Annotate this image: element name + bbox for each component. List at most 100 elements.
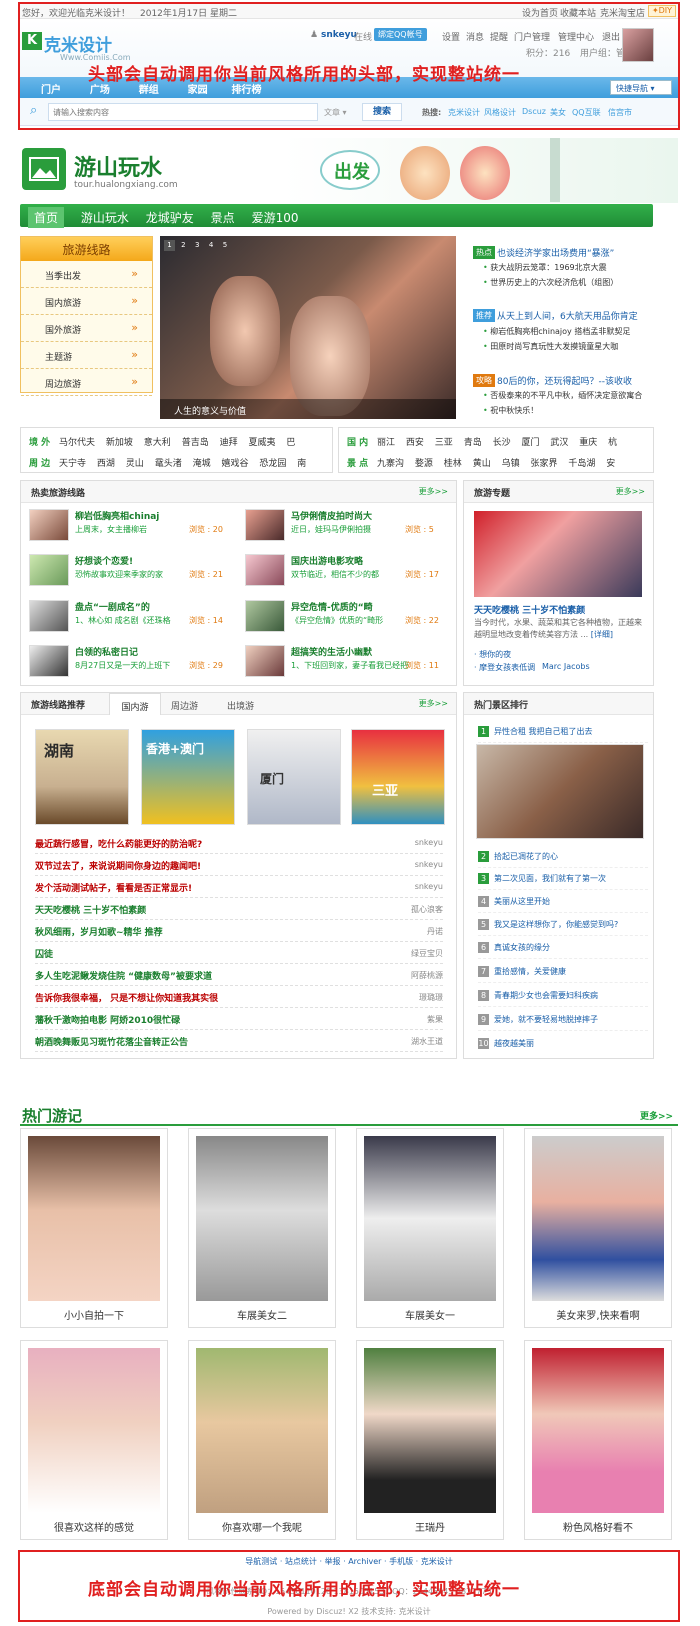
news-line[interactable]: 否极泰来的不平凡中秋，缅怀决定意欲寓合 (483, 390, 642, 401)
dest-item[interactable]: 青岛 (464, 435, 482, 448)
dest-item[interactable]: 恐龙园 (259, 456, 286, 469)
recommend-row[interactable]: 发个活动测试帖子，看看是否正常显示! snkeyu (35, 876, 443, 898)
route-thumb[interactable] (245, 645, 285, 677)
news-line[interactable]: 世界历史上的六次经济危机（组图） (483, 277, 618, 288)
dest-item[interactable]: 千岛湖 (568, 456, 595, 469)
route-thumb[interactable] (245, 600, 285, 632)
recommend-row[interactable]: 告诉你我很幸福， 只是不想让你知道我其实很 璟璐璟 (35, 986, 443, 1008)
news-headline[interactable]: 也谈经济学家出场费用“暴涨” (497, 246, 614, 259)
site-nav-friends[interactable]: 龙城驴友 (146, 209, 194, 226)
photo-card[interactable]: 车展美女一 (356, 1128, 504, 1328)
rank-item[interactable]: 6 真诚女孩的缘分 (478, 937, 648, 959)
rank-item[interactable]: 2 拾起已凋花了的心 (478, 846, 648, 868)
tab-abroad[interactable]: 出境游 (227, 699, 254, 712)
photo-card[interactable]: 车展美女二 (188, 1128, 336, 1328)
slider-page[interactable]: 2 (178, 240, 189, 251)
site-nav-home[interactable]: 首页 (28, 207, 65, 228)
route-title[interactable]: 国庆出游电影攻略 (291, 554, 363, 567)
route-title[interactable]: 白领的私密日记 (75, 645, 138, 658)
recommend-row[interactable]: 最近蔬行感冒，吃什么药能更好的防治呢? snkeyu (35, 832, 443, 854)
news-line[interactable]: 田原时尚写真玩性大发摸镜童星大咖 (483, 341, 618, 352)
slider-page[interactable]: 3 (192, 240, 203, 251)
recommend-row[interactable]: 藩秋千激吻拍电影 阿娇2010很忙碌 紫果 (35, 1008, 443, 1030)
route-item[interactable]: 当季出发 (21, 261, 152, 288)
dest-item[interactable]: 武汉 (550, 435, 568, 448)
route-item[interactable]: 主题游 (21, 342, 152, 369)
dest-item[interactable]: 意大利 (144, 435, 171, 448)
special-more[interactable]: 更多>> (616, 486, 645, 497)
special-image[interactable] (474, 511, 642, 597)
dest-item[interactable]: 婺源 (415, 456, 433, 469)
photo-card[interactable]: 粉色风格好看不 (524, 1340, 672, 1540)
poster[interactable]: 香港+澳门 (141, 729, 235, 825)
recommend-row[interactable]: 天天吃樱桃 三十岁不怕素颜 孤心浪客 (35, 898, 443, 920)
news-headline[interactable]: 从天上到人间，6大航天用品你肯定 (497, 309, 638, 322)
rank-item[interactable]: 4 美丽从这里开始 (478, 891, 648, 913)
recommend-row[interactable]: 秋风细雨，岁月如歌~精华 推荐 丹诺 (35, 920, 443, 942)
recommend-row[interactable]: 多人生吃泥鳅发烧住院 “健康数母”被要求道 阿薛桃源 (35, 964, 443, 986)
route-title[interactable]: 柳岩低胸亮相chinaj (75, 509, 159, 522)
dest-item[interactable]: 迪拜 (220, 435, 238, 448)
rank-item[interactable]: 3 第二次见面，我们就有了第一次 (478, 868, 648, 890)
poster[interactable]: 三亚 (351, 729, 445, 825)
dest-item[interactable]: 巴 (286, 435, 295, 448)
site-nav-spots[interactable]: 景点 (211, 209, 235, 226)
route-thumb[interactable] (29, 645, 69, 677)
photo-card[interactable]: 小小自拍一下 (20, 1128, 168, 1328)
photo-card[interactable]: 很喜欢这样的感觉 (20, 1340, 168, 1540)
slider-page[interactable]: 5 (220, 240, 231, 251)
dest-item[interactable]: 三亚 (435, 435, 453, 448)
dest-item[interactable]: 鼋头渚 (155, 456, 182, 469)
dest-item[interactable]: 嬉戏谷 (221, 456, 248, 469)
slider-page[interactable]: 4 (206, 240, 217, 251)
dest-item[interactable]: 安 (606, 456, 615, 469)
route-thumb[interactable] (245, 509, 285, 541)
route-title[interactable]: 马伊俐倩皮拍时尚大 (291, 509, 372, 522)
special-link[interactable]: · 想你的夜 (474, 649, 511, 660)
special-headline[interactable]: 天天吃樱桃 三十岁不怕素颜 (474, 603, 585, 616)
tab-nearby[interactable]: 周边游 (171, 699, 198, 712)
rank-item[interactable]: 1 异性合租 我把自己租了出去 (478, 721, 648, 743)
route-thumb[interactable] (29, 554, 69, 586)
dest-item[interactable]: 九寨沟 (377, 456, 404, 469)
route-item[interactable]: 国外旅游 (21, 315, 152, 342)
special-link[interactable]: · 摩登女孩表低调 (474, 662, 535, 673)
recommend-more[interactable]: 更多>> (419, 698, 448, 709)
rank-item[interactable]: 9 爱她，就不要轻易地脱掉摔子 (478, 1009, 648, 1031)
dest-item[interactable]: 新加坡 (106, 435, 133, 448)
news-line[interactable]: 柳岩低胸亮相chinajoy 搭档孟非默契足 (483, 326, 630, 337)
route-item[interactable]: 周边旅游 (21, 369, 152, 396)
dest-item[interactable]: 厦门 (521, 435, 539, 448)
site-nav-ay100[interactable]: 爱游100 (252, 209, 299, 226)
poster[interactable]: 湖南 (35, 729, 129, 825)
hot-trips-more[interactable]: 更多>> (640, 1109, 673, 1122)
dest-item[interactable]: 张家界 (530, 456, 557, 469)
route-thumb[interactable] (245, 554, 285, 586)
dest-item[interactable]: 杭 (608, 435, 617, 448)
news-line[interactable]: 获大战阴云笼罩：1969北京大震 (483, 262, 606, 273)
dest-item[interactable]: 桂林 (444, 456, 462, 469)
photo-card[interactable]: 美女来罗,快来看啊 (524, 1128, 672, 1328)
poster[interactable]: 厦门 (247, 729, 341, 825)
route-title[interactable]: 盘点“一剧成名”的 (75, 600, 150, 613)
dest-item[interactable]: 马尔代夫 (59, 435, 95, 448)
dest-item[interactable]: 夏威夷 (248, 435, 275, 448)
recommend-row[interactable]: 囚徒 绿豆宝贝 (35, 942, 443, 964)
route-title[interactable]: 超搞笑的生活小幽默 (291, 645, 372, 658)
dest-item[interactable]: 西安 (406, 435, 424, 448)
route-thumb[interactable] (29, 600, 69, 632)
route-title[interactable]: 好想谈个恋爱! (75, 554, 133, 567)
recommend-row[interactable]: 双节过去了，来说说期间你身边的趣闻吧! snkeyu (35, 854, 443, 876)
dest-item[interactable]: 普吉岛 (182, 435, 209, 448)
dest-item[interactable]: 丽江 (377, 435, 395, 448)
dest-item[interactable]: 南 (297, 456, 306, 469)
dest-item[interactable]: 黄山 (473, 456, 491, 469)
special-author[interactable]: Marc Jacobs (542, 662, 590, 671)
special-detail-link[interactable]: [详细] (591, 630, 613, 639)
route-item[interactable]: 国内旅游 (21, 288, 152, 315)
rank-item[interactable]: 5 我又是这样想你了，你能感觉到吗? (478, 914, 648, 936)
slider-page[interactable]: 1 (164, 240, 175, 251)
dest-item[interactable]: 重庆 (579, 435, 597, 448)
news-line[interactable]: 祝中秋快乐！ (483, 405, 538, 416)
dest-item[interactable]: 西湖 (97, 456, 115, 469)
